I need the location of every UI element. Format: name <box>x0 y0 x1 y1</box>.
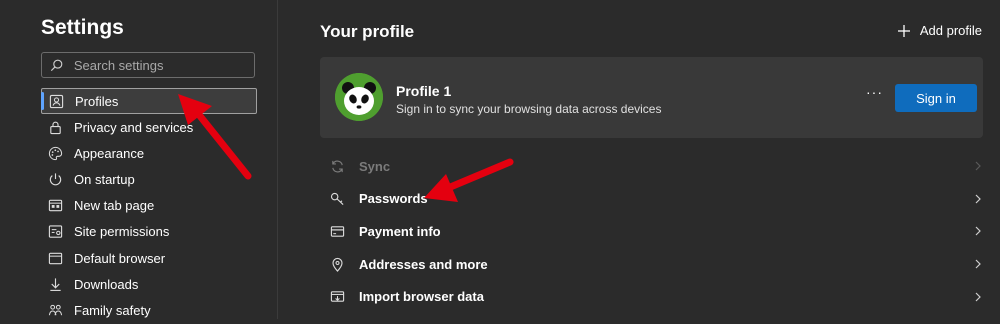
sidebar-item-label: New tab page <box>74 198 155 214</box>
page-title: Your profile <box>320 22 415 41</box>
sidebar-item-on-startup[interactable]: On startup <box>41 167 257 193</box>
add-profile-label: Add profile <box>919 23 982 38</box>
power-icon <box>49 173 62 186</box>
profile-subtitle: Sign in to sync your browsing data acros… <box>396 102 662 116</box>
avatar <box>335 73 383 121</box>
add-profile-button[interactable]: Add profile <box>897 23 982 38</box>
sidebar: Settings Profiles Privacy and services A… <box>0 0 278 319</box>
list-item-payment-info[interactable]: Payment info <box>320 215 983 248</box>
sidebar-item-label: Site permissions <box>74 224 170 240</box>
sync-icon <box>332 160 343 173</box>
chevron-right-icon <box>975 194 981 204</box>
list-item-label: Payment info <box>359 223 441 239</box>
browser-icon <box>48 252 63 264</box>
sidebar-item-label: Default browser <box>74 250 166 266</box>
search-input[interactable] <box>71 56 254 74</box>
sidebar-item-privacy[interactable]: Privacy and services <box>41 114 257 140</box>
list-item-passwords[interactable]: Passwords <box>320 183 983 216</box>
sidebar-nav: Profiles Privacy and services Appearance… <box>41 88 257 324</box>
search-box[interactable] <box>41 52 255 78</box>
profile-card: Profile 1 Sign in to sync your browsing … <box>320 57 983 138</box>
list-item-label: Import browser data <box>359 289 484 305</box>
sidebar-item-downloads[interactable]: Downloads <box>41 271 257 297</box>
sidebar-item-profiles[interactable]: Profiles <box>41 88 257 114</box>
chevron-right-icon <box>975 161 981 171</box>
profile-settings-list: Sync Passwords Payment info Addresses an… <box>320 150 983 313</box>
sidebar-item-family-safety[interactable]: Family safety <box>41 298 257 324</box>
search-icon <box>50 59 63 72</box>
more-options-button[interactable]: ··· <box>866 85 882 99</box>
chevron-right-icon <box>975 259 981 269</box>
sidebar-item-label: Privacy and services <box>74 119 194 135</box>
profile-name: Profile 1 <box>396 83 452 99</box>
list-item-label: Passwords <box>359 191 428 207</box>
lock-icon <box>50 121 61 134</box>
main-panel: Your profile Add profile Profile 1 Sign … <box>278 0 1000 319</box>
sidebar-title: Settings <box>41 16 124 39</box>
key-icon <box>330 193 344 206</box>
sidebar-item-label: Family safety <box>74 303 151 318</box>
panda-avatar-icon <box>335 73 383 121</box>
sidebar-item-site-permissions[interactable]: Site permissions <box>41 219 257 245</box>
location-pin-icon <box>332 257 343 272</box>
palette-icon <box>48 146 63 160</box>
plus-icon <box>897 24 910 37</box>
site-permissions-icon <box>48 225 63 239</box>
sidebar-item-label: Profiles <box>75 93 119 109</box>
sidebar-item-appearance[interactable]: Appearance <box>41 140 257 166</box>
import-icon <box>330 291 345 302</box>
list-item-label: Sync <box>359 158 391 174</box>
new-tab-icon <box>48 200 63 212</box>
sidebar-item-label: Appearance <box>74 145 145 161</box>
sidebar-item-new-tab-page[interactable]: New tab page <box>41 193 257 219</box>
sidebar-item-label: Downloads <box>74 276 139 292</box>
chevron-right-icon <box>975 227 981 236</box>
list-item-import-browser-data[interactable]: Import browser data <box>320 280 983 313</box>
list-item-sync[interactable]: Sync <box>320 150 983 183</box>
card-icon <box>330 226 345 237</box>
list-item-addresses[interactable]: Addresses and more <box>320 248 983 281</box>
sign-in-button[interactable]: Sign in <box>895 84 977 112</box>
sidebar-item-label: On startup <box>74 172 135 188</box>
family-icon <box>48 304 63 316</box>
chevron-right-icon <box>975 292 981 302</box>
download-icon <box>50 278 61 291</box>
sidebar-item-default-browser[interactable]: Default browser <box>41 245 257 271</box>
list-item-label: Addresses and more <box>359 256 488 272</box>
profile-icon <box>49 94 64 108</box>
